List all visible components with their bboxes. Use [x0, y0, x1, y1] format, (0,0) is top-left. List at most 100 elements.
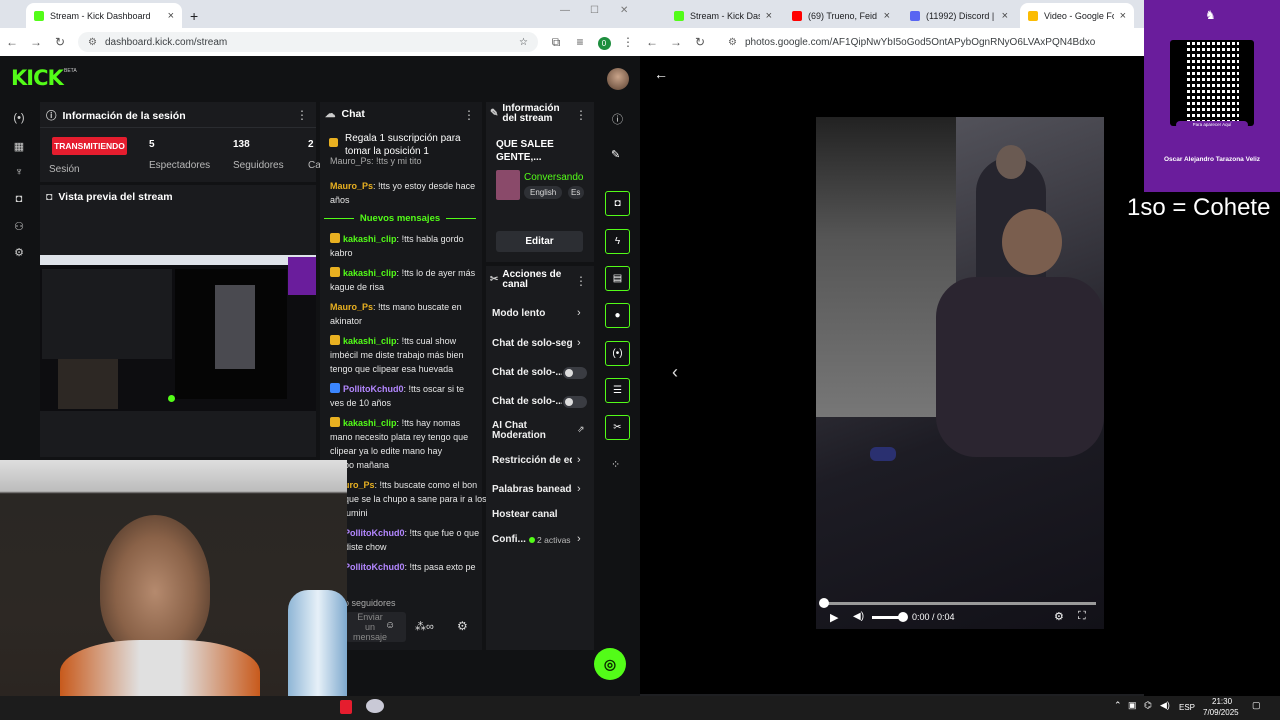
volume-handle[interactable] [898, 612, 908, 622]
slow-mode-row[interactable]: Modo lento [492, 308, 588, 319]
chat-username[interactable]: kakashi_clip [343, 418, 397, 428]
chat-message[interactable]: PollitoKchud0: !tts pasa exto pe [344, 560, 494, 588]
clock-date[interactable]: 7/09/2025 [1203, 708, 1239, 717]
broadcast-button[interactable]: (•) [605, 341, 630, 366]
stream-preview-video[interactable] [40, 255, 316, 411]
tray-app-icon[interactable]: ▣ [1128, 700, 1137, 711]
stream-broadcast-icon[interactable]: (•) [12, 112, 26, 126]
reload-icon[interactable]: ↻ [48, 35, 72, 49]
analytics-icon[interactable]: ▦ [12, 140, 26, 154]
chat-message[interactable]: PollitoKchud0: !tts que fue o que diste … [344, 526, 494, 554]
emote-only-toggle[interactable] [563, 396, 587, 408]
chat-input[interactable]: Enviar un mensaje ☺ [346, 612, 406, 642]
tab-kick-dashboard[interactable]: Stream - Kick Dashboard × [26, 3, 182, 28]
previous-chevron-icon[interactable]: ‹ [672, 362, 678, 383]
bookmark-star-icon[interactable]: ☆ [519, 37, 528, 48]
external-link-icon[interactable]: ⇗ [577, 424, 585, 435]
fullscreen-icon[interactable]: ⛶ [1078, 610, 1086, 623]
chat-username[interactable]: Mauro_Ps [330, 181, 373, 191]
chat-message[interactable]: kakashi_clip: !tts habla gordo kabro [330, 232, 480, 260]
banned-words-row[interactable]: Palabras baneada [492, 484, 572, 495]
reload-icon[interactable]: ↻ [688, 35, 712, 49]
close-tab-icon[interactable]: × [1120, 10, 1126, 22]
forward-icon[interactable]: → [24, 35, 48, 49]
address-bar[interactable]: ⚙ dashboard.kick.com/stream ☆ [78, 32, 538, 52]
ad-break-button[interactable]: ϟ [605, 229, 630, 254]
info-circle-icon[interactable]: ⓘ [612, 111, 623, 127]
help-button[interactable]: ◎ [594, 648, 626, 680]
site-info-icon[interactable]: ⚙ [728, 37, 737, 48]
network-icon[interactable]: ⌬ [1144, 700, 1152, 711]
forward-icon[interactable]: → [664, 35, 688, 49]
new-messages-divider[interactable]: Nuevos mensajes [324, 212, 477, 225]
screen-capture-icon[interactable]: ◘ [12, 193, 26, 207]
profile-avatar[interactable]: 0 [592, 35, 616, 50]
chat-username[interactable]: PollitoKchud0 [343, 384, 404, 394]
trophy-icon[interactable]: ♆ [12, 166, 26, 180]
chat-username[interactable]: PollitoKchud0 [344, 528, 405, 538]
extensions-icon[interactable]: ⧉ [544, 35, 568, 50]
video-settings-icon[interactable]: ⚙ [1054, 610, 1064, 623]
category-name[interactable]: Conversando [524, 172, 583, 183]
notifications-icon[interactable]: ▢ [1252, 700, 1261, 711]
minimize-icon[interactable]: — [560, 5, 570, 16]
close-tab-icon[interactable]: × [766, 10, 772, 22]
chat-username[interactable]: PollitoKchud0 [344, 562, 405, 572]
chat-menu-icon[interactable]: ⋮ [463, 108, 475, 122]
close-tab-icon[interactable]: × [1002, 10, 1008, 22]
ai-moderation-row[interactable]: AI Chat Moderation [492, 421, 572, 441]
chevron-right-icon[interactable]: › [577, 337, 581, 349]
maximize-icon[interactable]: ☐ [590, 5, 599, 16]
edit-stream-button[interactable]: Editar [496, 231, 583, 252]
taskbar-app-icon-2[interactable] [366, 699, 384, 713]
chat-message[interactable]: kakashi_clip: !tts lo de ayer más kague … [330, 266, 480, 294]
chat-message[interactable]: kakashi_clip: !tts cual show imbécil me … [330, 334, 480, 376]
language-indicator[interactable]: ESP [1179, 703, 1195, 712]
browser-tab[interactable]: Stream - Kick Dash × [666, 3, 780, 28]
chevron-right-icon[interactable]: › [577, 533, 581, 545]
browser-tab[interactable]: (69) Trueno, Feid × [784, 3, 898, 28]
channel-actions-menu-icon[interactable]: ⋮ [575, 274, 587, 288]
chat-action-button[interactable]: ● [605, 303, 630, 328]
site-info-icon[interactable]: ⚙ [88, 37, 97, 48]
tray-chevron-icon[interactable]: ⌃ [1114, 700, 1122, 711]
prediction-button[interactable]: ☰ [605, 378, 630, 403]
edit-pencil-icon[interactable]: ✎ [611, 148, 620, 161]
more-actions-icon[interactable]: ⁘ [611, 458, 620, 471]
subscribers-only-toggle[interactable] [563, 367, 587, 379]
play-icon[interactable]: ▶ [830, 611, 838, 624]
host-channel-row[interactable]: Hostear canal [492, 509, 588, 520]
tools-button[interactable]: ✂ [605, 415, 630, 440]
chat-username[interactable]: kakashi_clip [343, 268, 397, 278]
back-icon[interactable]: ← [0, 35, 24, 49]
browser-tab[interactable]: (11992) Discord | A × [902, 3, 1016, 28]
edit-restriction-row[interactable]: Restricción de ed [492, 455, 572, 466]
config-row[interactable]: Confi... [492, 534, 528, 545]
chat-message[interactable]: Mauro_Ps: !tts mano buscate en akinator [330, 300, 480, 328]
chat-username[interactable]: Mauro_Ps [330, 302, 373, 312]
back-arrow-icon[interactable]: ← [654, 66, 668, 82]
close-window-icon[interactable]: ✕ [620, 5, 628, 16]
chat-settings-icon[interactable]: ⚙ [457, 619, 468, 633]
chat-message[interactable]: kakashi_clip: !tts hay nomas mano necesi… [330, 416, 480, 458]
media-icon[interactable]: ≡ [568, 35, 592, 49]
browser-tab[interactable]: Video - Google Fot × [1020, 3, 1134, 28]
emoji-icon[interactable]: ☺ [385, 620, 395, 631]
poll-button[interactable]: ▤ [605, 266, 630, 291]
video-seek-bar[interactable] [822, 602, 1096, 605]
chat-username[interactable]: uro_Ps [344, 480, 375, 490]
user-avatar[interactable] [607, 68, 629, 90]
chrome-menu-icon[interactable]: ⋮ [616, 35, 640, 49]
pinned-gift-banner[interactable]: Regala 1 suscripción para tomar la posic… [326, 132, 476, 158]
video-seek-handle[interactable] [819, 598, 829, 608]
volume-icon[interactable]: ◀) [853, 611, 864, 622]
close-tab-icon[interactable]: × [168, 10, 174, 22]
taskbar-app-icon[interactable] [340, 700, 352, 714]
stream-info-menu-icon[interactable]: ⋮ [575, 108, 587, 122]
session-panel-menu-icon[interactable]: ⋮ [296, 108, 308, 122]
chat-message[interactable]: bo mañana [344, 458, 494, 472]
kicks-icon[interactable]: ⁂∞ [415, 620, 434, 633]
clock-time[interactable]: 21:30 [1212, 697, 1232, 706]
kick-logo[interactable]: KICK [11, 66, 64, 90]
new-tab-button[interactable]: + [186, 3, 206, 28]
